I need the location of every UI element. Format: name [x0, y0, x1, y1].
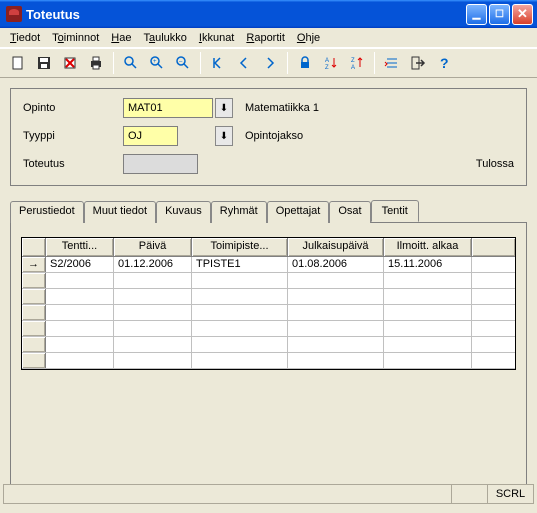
cell-ilmoitt[interactable]: 15.11.2006 — [384, 257, 472, 272]
save-icon[interactable] — [32, 51, 56, 75]
statusbar: SCRL — [3, 484, 534, 504]
table-row[interactable] — [22, 321, 515, 337]
svg-text:Z: Z — [351, 58, 355, 64]
cell-extra[interactable] — [472, 257, 515, 272]
toteutus-label: Toteutus — [23, 158, 123, 170]
lock-icon[interactable] — [293, 51, 317, 75]
grid-col-julkaisu[interactable]: Julkaisupäivä — [288, 238, 384, 256]
grid-col-paiva[interactable]: Päivä — [114, 238, 192, 256]
tab-panel: Tentti... Päivä Toimipiste... Julkaisupä… — [10, 223, 527, 503]
sort-desc-icon[interactable]: ZA — [345, 51, 369, 75]
grid-col-toimipiste[interactable]: Toimipiste... — [192, 238, 288, 256]
toolbar: + – AZ ZA ? — [0, 48, 537, 78]
cell-julkaisu[interactable]: 01.08.2006 — [288, 257, 384, 272]
tab-osat[interactable]: Osat — [329, 201, 370, 223]
opinto-desc: Matematiikka 1 — [245, 102, 319, 114]
next-icon[interactable] — [258, 51, 282, 75]
menu-hae[interactable]: Hae — [105, 30, 137, 46]
window-title: Toteutus — [26, 7, 466, 22]
tab-muuttiedot[interactable]: Muut tiedot — [84, 201, 156, 223]
list-icon[interactable] — [380, 51, 404, 75]
toteutus-input[interactable] — [123, 154, 198, 174]
app-icon — [6, 6, 22, 22]
table-row[interactable] — [22, 289, 515, 305]
svg-text:?: ? — [440, 55, 449, 71]
opinto-label: Opinto — [23, 102, 123, 114]
grid-col-extra[interactable] — [472, 238, 515, 256]
help-icon[interactable]: ? — [432, 51, 456, 75]
grid-col-ilmoitt[interactable]: Ilmoitt. alkaa — [384, 238, 472, 256]
minimize-button[interactable]: ▁ — [466, 4, 487, 25]
menu-ikkunat[interactable]: Ikkunat — [193, 30, 240, 46]
grid-col-tentti[interactable]: Tentti... — [46, 238, 114, 256]
search-icon[interactable] — [119, 51, 143, 75]
menu-raportit[interactable]: Raportit — [240, 30, 291, 46]
form-fieldset: Opinto ⬇ Matematiikka 1 Tyyppi ⬇ Opintoj… — [10, 88, 527, 186]
status-cell-1 — [451, 485, 487, 503]
tyyppi-lookup-button[interactable]: ⬇ — [215, 126, 233, 146]
tab-opettajat[interactable]: Opettajat — [267, 201, 330, 223]
table-row[interactable] — [22, 273, 515, 289]
svg-text:+: + — [153, 59, 157, 65]
close-button[interactable]: ✕ — [512, 4, 533, 25]
menu-ohje[interactable]: Ohje — [291, 30, 326, 46]
menu-tiedot[interactable]: Tiedot — [4, 30, 46, 46]
table-row[interactable] — [22, 305, 515, 321]
menubar: Tiedot Toiminnot Hae Taulukko Ikkunat Ra… — [0, 28, 537, 48]
titlebar: Toteutus ▁ ☐ ✕ — [0, 0, 537, 28]
tab-perustiedot[interactable]: Perustiedot — [10, 201, 84, 223]
tyyppi-input[interactable] — [123, 126, 178, 146]
tab-kuvaus[interactable]: Kuvaus — [156, 201, 211, 223]
opinto-lookup-button[interactable]: ⬇ — [215, 98, 233, 118]
tab-ryhmat[interactable]: Ryhmät — [211, 201, 267, 223]
tab-tentit[interactable]: Tentit — [371, 200, 419, 222]
table-row[interactable]: S2/2006 01.12.2006 TPISTE1 01.08.2006 15… — [22, 257, 515, 273]
svg-text:A: A — [325, 58, 329, 64]
menu-taulukko[interactable]: Taulukko — [137, 30, 192, 46]
new-icon[interactable] — [6, 51, 30, 75]
tyyppi-desc: Opintojakso — [245, 130, 303, 142]
print-icon[interactable] — [84, 51, 108, 75]
exit-icon[interactable] — [406, 51, 430, 75]
cell-tentti[interactable]: S2/2006 — [46, 257, 114, 272]
grid-header: Tentti... Päivä Toimipiste... Julkaisupä… — [22, 238, 515, 257]
row-indicator — [22, 257, 46, 272]
table-row[interactable] — [22, 353, 515, 369]
maximize-button[interactable]: ☐ — [489, 4, 510, 25]
toteutus-status: Tulossa — [476, 158, 514, 170]
delete-icon[interactable] — [58, 51, 82, 75]
tyyppi-label: Tyyppi — [23, 130, 123, 142]
menu-toiminnot[interactable]: Toiminnot — [46, 30, 105, 46]
cell-paiva[interactable]: 01.12.2006 — [114, 257, 192, 272]
first-icon[interactable] — [206, 51, 230, 75]
zoom-out-icon[interactable]: – — [171, 51, 195, 75]
grid-rowhead-header[interactable] — [22, 238, 46, 256]
table-row[interactable] — [22, 337, 515, 353]
opinto-input[interactable] — [123, 98, 213, 118]
tabs: Perustiedot Muut tiedot Kuvaus Ryhmät Op… — [10, 200, 527, 223]
svg-text:Z: Z — [325, 65, 329, 71]
status-scrl: SCRL — [487, 485, 533, 503]
sort-asc-icon[interactable]: AZ — [319, 51, 343, 75]
svg-text:A: A — [351, 65, 355, 71]
prev-icon[interactable] — [232, 51, 256, 75]
grid: Tentti... Päivä Toimipiste... Julkaisupä… — [21, 237, 516, 370]
cell-toimipiste[interactable]: TPISTE1 — [192, 257, 288, 272]
zoom-in-icon[interactable]: + — [145, 51, 169, 75]
grid-body: S2/2006 01.12.2006 TPISTE1 01.08.2006 15… — [22, 257, 515, 369]
